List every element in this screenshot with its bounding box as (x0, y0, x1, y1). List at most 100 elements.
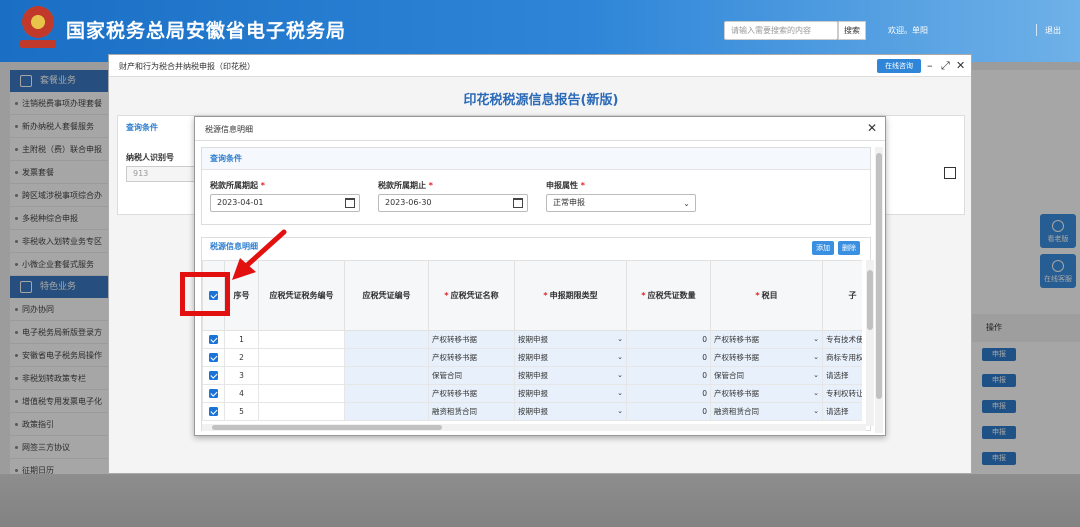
column-header: 子 (822, 260, 862, 331)
voucher-qty-input[interactable]: 0 (626, 384, 711, 403)
table-row[interactable]: 5 融资租赁合同 按期申报 ⌄ 0 融资租赁合同 ⌄ 请选择 (202, 402, 862, 421)
voucher-no-input[interactable] (344, 330, 429, 349)
outer-dialog-title: 财产和行为税合并纳税申报（印花税） (119, 62, 255, 71)
table-row[interactable]: 3 保管合同 按期申报 ⌄ 0 保管合同 ⌄ 请选择 (202, 366, 862, 385)
period-type-select[interactable]: 按期申报 ⌄ (514, 366, 627, 385)
voucher-qty-input[interactable]: 0 (626, 348, 711, 367)
dialog-vertical-scrollbar[interactable] (875, 147, 883, 433)
sub-item-select[interactable]: 专有技术使 (822, 330, 862, 349)
add-button[interactable]: 添加 (812, 241, 834, 255)
chevron-down-icon: ⌄ (813, 371, 819, 379)
taxpayer-id-field[interactable]: 913 (126, 166, 196, 182)
tax-item-select[interactable]: 产权转移书据 ⌄ (710, 348, 823, 367)
row-checkbox-cell[interactable] (202, 348, 225, 367)
column-header: * 应税凭证名称 (428, 260, 515, 331)
declare-attr-select[interactable]: 正常申报 ⌄ (546, 194, 696, 212)
column-header: * 申报期限类型 (514, 260, 627, 331)
tax-emblem-icon (20, 6, 56, 50)
voucher-tax-no-input[interactable] (258, 348, 345, 367)
welcome-text: 欢迎。单阳 (888, 26, 928, 35)
voucher-qty-input[interactable]: 0 (626, 402, 711, 421)
delete-button[interactable]: 删除 (838, 241, 860, 255)
row-number: 5 (224, 402, 259, 421)
row-number: 3 (224, 366, 259, 385)
table-row[interactable]: 4 产权转移书据 按期申报 ⌄ 0 产权转移书据 ⌄ 专利权转让 (202, 384, 862, 403)
calendar-icon[interactable] (513, 198, 523, 208)
report-title: 印花税税源信息报告(新版) (463, 93, 619, 108)
tax-item-select[interactable]: 产权转移书据 ⌄ (710, 330, 823, 349)
highlight-box (180, 272, 230, 316)
voucher-name-cell: 产权转移书据 (428, 384, 515, 403)
tax-item-select[interactable]: 融资租赁合同 ⌄ (710, 402, 823, 421)
row-checkbox[interactable] (209, 389, 218, 399)
table-row[interactable]: 1 产权转移书据 按期申报 ⌄ 0 产权转移书据 ⌄ 专有技术使 (202, 330, 862, 349)
row-checkbox-cell[interactable] (202, 366, 225, 385)
tax-item-select[interactable]: 产权转移书据 ⌄ (710, 384, 823, 403)
voucher-name-cell: 产权转移书据 (428, 330, 515, 349)
voucher-qty-input[interactable]: 0 (626, 330, 711, 349)
period-type-select[interactable]: 按期申报 ⌄ (514, 330, 627, 349)
voucher-tax-no-input[interactable] (258, 402, 345, 421)
site-title: 国家税务总局安徽省电子税务局 (66, 20, 347, 42)
voucher-name-cell: 保管合同 (428, 366, 515, 385)
search-input[interactable]: 请输入需要搜索的内容 (724, 21, 838, 40)
period-type-select[interactable]: 按期申报 ⌄ (514, 384, 627, 403)
calendar-icon[interactable] (944, 167, 956, 179)
row-checkbox-cell[interactable] (202, 384, 225, 403)
chevron-down-icon: ⌄ (813, 353, 819, 361)
query-conditions-panel: 查询条件 税款所属期起 * 2023-04-01 税款所属期止 * 2023-0… (201, 147, 871, 225)
voucher-qty-input[interactable]: 0 (626, 366, 711, 385)
sub-item-select[interactable]: 请选择 (822, 366, 862, 385)
voucher-tax-no-input[interactable] (258, 330, 345, 349)
row-checkbox-cell[interactable] (202, 402, 225, 421)
row-checkbox[interactable] (209, 335, 218, 345)
period-end-label: 税款所属期止 * (378, 181, 433, 190)
voucher-no-input[interactable] (344, 366, 429, 385)
period-type-select[interactable]: 按期申报 ⌄ (514, 402, 627, 421)
voucher-tax-no-input[interactable] (258, 384, 345, 403)
sub-item-select[interactable]: 商标专用权 (822, 348, 862, 367)
voucher-no-input[interactable] (344, 402, 429, 421)
query-section-title: 查询条件 (126, 123, 158, 132)
query-panel-title: 查询条件 (202, 148, 870, 170)
voucher-no-input[interactable] (344, 348, 429, 367)
voucher-name-cell: 产权转移书据 (428, 348, 515, 367)
sub-item-select[interactable]: 专利权转让 (822, 384, 862, 403)
close-icon[interactable]: ✕ (867, 121, 877, 135)
period-start-label: 税款所属期起 * (210, 181, 265, 190)
chevron-down-icon: ⌄ (683, 199, 690, 208)
search-button[interactable]: 搜索 (838, 21, 866, 40)
calendar-icon[interactable] (345, 198, 355, 208)
tax-item-select[interactable]: 保管合同 ⌄ (710, 366, 823, 385)
row-checkbox-cell[interactable] (202, 330, 225, 349)
outer-dialog-titlebar: 财产和行为税合并纳税申报（印花税） 在线咨询 – ⤢ ✕ (109, 55, 971, 77)
period-start-input[interactable]: 2023-04-01 (210, 194, 360, 212)
taxpayer-id-label: 纳税人识别号 (126, 153, 174, 162)
chevron-down-icon: ⌄ (617, 371, 623, 379)
chevron-down-icon: ⌄ (813, 407, 819, 415)
maximize-icon[interactable]: ⤢ (941, 59, 950, 73)
chevron-down-icon: ⌄ (617, 335, 623, 343)
declare-attr-label: 申报属性 * (546, 181, 585, 190)
period-type-select[interactable]: 按期申报 ⌄ (514, 348, 627, 367)
period-end-input[interactable]: 2023-06-30 (378, 194, 528, 212)
sub-item-select[interactable]: 请选择 (822, 402, 862, 421)
close-icon[interactable]: ✕ (956, 59, 965, 73)
voucher-tax-no-input[interactable] (258, 366, 345, 385)
row-checkbox[interactable] (209, 407, 218, 417)
red-arrow-icon (232, 229, 287, 280)
minimize-icon[interactable]: – (927, 59, 933, 73)
voucher-no-input[interactable] (344, 384, 429, 403)
row-checkbox[interactable] (209, 371, 218, 381)
logout-link[interactable]: 退出 (1045, 25, 1061, 36)
table-horizontal-scrollbar[interactable] (202, 424, 866, 431)
row-number: 1 (224, 330, 259, 349)
header-divider (1036, 24, 1037, 36)
chevron-down-icon: ⌄ (813, 389, 819, 397)
chevron-down-icon: ⌄ (617, 407, 623, 415)
row-number: 2 (224, 348, 259, 367)
table-vertical-scrollbar[interactable] (866, 260, 874, 426)
online-consult-button[interactable]: 在线咨询 (877, 59, 921, 73)
row-checkbox[interactable] (209, 353, 218, 363)
table-row[interactable]: 2 产权转移书据 按期申报 ⌄ 0 产权转移书据 ⌄ 商标专用权 (202, 348, 862, 367)
